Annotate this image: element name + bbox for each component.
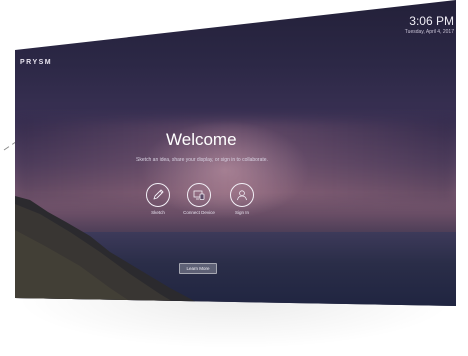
learn-more-button[interactable]: Learn More bbox=[179, 263, 217, 274]
connect-device-button[interactable]: Connect Device bbox=[179, 183, 219, 215]
welcome-subtitle: Sketch an idea, share your display, or s… bbox=[136, 157, 268, 163]
screen-shadow bbox=[15, 299, 456, 349]
sign-in-label: Sign In bbox=[234, 210, 249, 215]
connect-device-circle bbox=[187, 183, 211, 207]
welcome-title: Welcome bbox=[166, 130, 237, 149]
sketch-button[interactable]: Sketch bbox=[138, 183, 178, 215]
pen-icon bbox=[153, 189, 164, 200]
device-icon bbox=[193, 190, 205, 200]
clock-date: Tuesday, April 4, 2017 bbox=[404, 29, 454, 35]
user-icon bbox=[237, 190, 247, 201]
sign-in-circle bbox=[230, 183, 254, 207]
connect-device-label: Connect Device bbox=[183, 210, 215, 215]
sketch-circle bbox=[146, 183, 170, 207]
brand-logo: PRYSM bbox=[20, 59, 53, 66]
clock-time: 3:06 PM bbox=[409, 14, 454, 28]
clock: 3:06 PM Tuesday, April 4, 2017 bbox=[405, 14, 454, 35]
sketch-label: Sketch bbox=[151, 210, 165, 215]
sign-in-button[interactable]: Sign In bbox=[222, 183, 262, 215]
